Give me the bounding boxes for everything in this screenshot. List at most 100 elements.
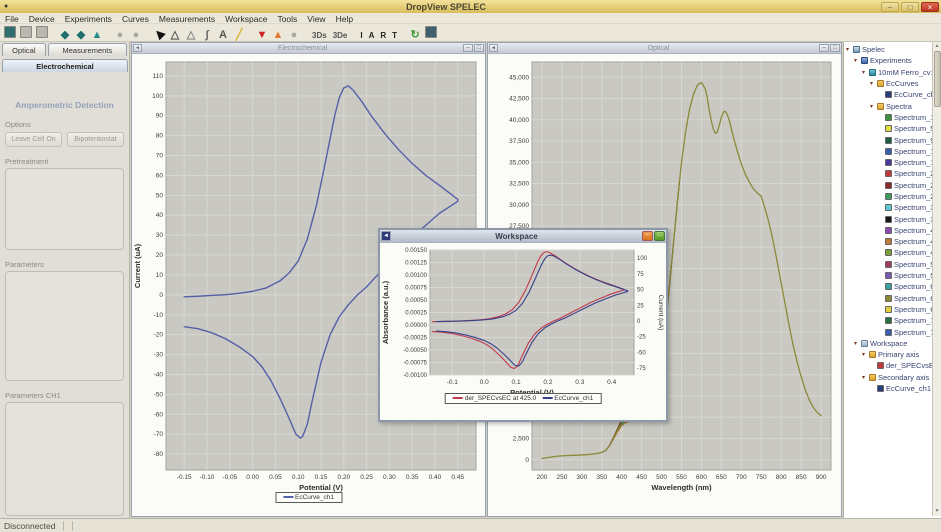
folder-icon — [869, 374, 876, 381]
stop-icon[interactable]: ● — [112, 27, 128, 42]
scroll-down-icon[interactable]: ▼ — [935, 507, 940, 516]
expander-icon[interactable]: ▾ — [846, 46, 853, 53]
tree-item-spectrum-21[interactable]: Spectrum_21 — [844, 168, 933, 179]
window-menu-icon[interactable]: ◄ — [489, 44, 498, 52]
tree-item-der-specvsec-at-4[interactable]: der_SPECvsEC at 4 — [844, 360, 933, 371]
tree-item-spectrum-33[interactable]: Spectrum_33 — [844, 202, 933, 213]
tree-item-spectrum-9[interactable]: Spectrum_9 — [844, 134, 933, 145]
svg-text:50: 50 — [156, 192, 164, 199]
tree-item-spectrum-25[interactable]: Spectrum_25 — [844, 180, 933, 191]
electrochemical-window-titlebar[interactable]: ◄ Electrochemical – □ — [132, 43, 485, 54]
svg-text:37,500: 37,500 — [509, 138, 529, 145]
tab-optical[interactable]: Optical — [2, 43, 46, 56]
tree-item-spectrum-37[interactable]: Spectrum_37 — [844, 213, 933, 224]
save-all-icon[interactable]: ◆ — [73, 27, 89, 42]
expander-icon[interactable]: ▾ — [862, 374, 869, 381]
connect-icon[interactable] — [4, 26, 16, 38]
tree-item-primary-axis[interactable]: ▾ Primary axis — [844, 349, 933, 360]
pencil-icon[interactable]: ╱ — [231, 27, 247, 42]
save-curve-icon[interactable]: ◆ — [57, 27, 73, 42]
view-3de-icon[interactable]: 3De — [330, 28, 351, 43]
tree-item-eccurve-ch1[interactable]: EcCurve_ch1 — [844, 383, 933, 394]
svg-text:-10: -10 — [154, 312, 164, 319]
leave-cell-on-button[interactable]: Leave Cell On — [5, 132, 62, 147]
tree-item-spectrum-73[interactable]: Spectrum_73 — [844, 315, 933, 326]
expander-icon[interactable]: ▾ — [870, 103, 877, 110]
optical-window-titlebar[interactable]: ◄ Optical – □ — [488, 43, 841, 54]
tree-item-spectrum-29[interactable]: Spectrum_29 — [844, 191, 933, 202]
tree-item-label: Primary axis — [878, 350, 919, 359]
tree-item-label: Spectrum_49 — [894, 248, 933, 257]
tree-item-spectrum-17[interactable]: Spectrum_17 — [844, 157, 933, 168]
autoscale-icon[interactable]: △ — [183, 27, 199, 42]
svg-text:350: 350 — [596, 474, 607, 481]
tree-item-eccurve-ch1[interactable]: EcCurve_ch1 — [844, 89, 933, 100]
tree-item-spectrum-53[interactable]: Spectrum_53 — [844, 259, 933, 270]
transmittance-icon[interactable]: T — [389, 28, 400, 43]
tree-item-spectrum-57[interactable]: Spectrum_57 — [844, 270, 933, 281]
annotate-icon[interactable]: A — [215, 27, 231, 42]
intensity-icon[interactable]: I — [357, 28, 365, 43]
bipotentiostat-button[interactable]: Bipotentiostat — [67, 132, 124, 147]
tab-electrochemical[interactable]: Electrochemical — [2, 59, 128, 72]
tree-item-spectrum-5[interactable]: Spectrum_5 — [844, 123, 933, 134]
svg-text:0.35: 0.35 — [406, 474, 419, 481]
scroll-up-icon[interactable]: ▲ — [935, 42, 940, 51]
folder-icon — [869, 351, 876, 358]
tree-item-spectrum-69[interactable]: Spectrum_69 — [844, 304, 933, 315]
tree-scrollbar[interactable]: ▲ ▼ — [932, 42, 941, 516]
run-measurement-icon[interactable]: ▲ — [89, 27, 105, 42]
tree-item-spectrum-13[interactable]: Spectrum_13 — [844, 146, 933, 157]
file-doc-icon[interactable] — [36, 26, 48, 38]
tree-item-10mm-ferro-cv1[interactable]: ▾10mM Ferro_cv1 — [844, 67, 933, 78]
tree-item-spectrum-77[interactable]: Spectrum_77 — [844, 326, 933, 337]
svg-text:750: 750 — [756, 474, 767, 481]
window-menu-icon[interactable]: ◄ — [133, 44, 142, 52]
maximize-button[interactable]: □ — [901, 2, 919, 12]
absorbance-icon[interactable]: A — [366, 28, 378, 43]
maximize-button[interactable]: □ — [654, 231, 665, 241]
expander-icon[interactable]: ▾ — [862, 69, 869, 76]
view-3ds-icon[interactable]: 3Ds — [309, 28, 330, 43]
tree-item-spectrum-1[interactable]: Spectrum_1 — [844, 112, 933, 123]
scroll-thumb[interactable] — [934, 51, 941, 107]
tree-item-spectrum-45[interactable]: Spectrum_45 — [844, 236, 933, 247]
expander-icon[interactable]: ▾ — [854, 340, 861, 347]
tree-item-secondary-axis[interactable]: ▾Secondary axis — [844, 372, 933, 383]
panel-icon[interactable] — [425, 26, 437, 38]
tree-item-spectrum-49[interactable]: Spectrum_49 — [844, 247, 933, 258]
tree-item-spectra[interactable]: ▾ Spectra — [844, 100, 933, 111]
expander-icon[interactable]: ▾ — [870, 80, 877, 87]
minimize-button[interactable]: – — [642, 231, 653, 241]
close-button[interactable]: × — [921, 2, 939, 12]
reflectance-icon[interactable]: R — [377, 28, 389, 43]
refresh-icon[interactable]: ↻ — [407, 27, 423, 42]
maximize-button[interactable]: □ — [474, 44, 484, 52]
spectra-down-icon[interactable]: ▼ — [254, 27, 270, 42]
tree-item-spelec[interactable]: ▾Spelec — [844, 44, 933, 55]
tree-item-eccurves[interactable]: ▾EcCurves — [844, 78, 933, 89]
svg-text:250: 250 — [556, 474, 567, 481]
minimize-button[interactable]: – — [819, 44, 829, 52]
device-doc-icon[interactable] — [20, 26, 32, 38]
tree-item-experiments[interactable]: ▾Experiments — [844, 55, 933, 66]
expander-icon[interactable]: ▾ — [854, 57, 861, 64]
tree-item-spectrum-65[interactable]: Spectrum_65 — [844, 293, 933, 304]
tree-item-label: Spectrum_29 — [894, 192, 933, 201]
tree-item-label: Spectra — [886, 102, 912, 111]
spectra-up-icon[interactable]: ▲ — [270, 27, 286, 42]
pause-icon[interactable]: ● — [128, 27, 144, 42]
tree-item-spectrum-41[interactable]: Spectrum_41 — [844, 225, 933, 236]
smooth-curve-icon[interactable]: ∫ — [199, 27, 215, 42]
minimize-button[interactable]: – — [463, 44, 473, 52]
maximize-button[interactable]: □ — [830, 44, 840, 52]
tree-item-workspace[interactable]: ▾Workspace — [844, 338, 933, 349]
expander-icon[interactable]: ▾ — [862, 351, 869, 358]
window-menu-icon[interactable]: ◄ — [381, 231, 391, 241]
tree-item-label: Spectrum_65 — [894, 294, 933, 303]
record-icon[interactable]: ● — [286, 27, 302, 42]
tree-item-spectrum-61[interactable]: Spectrum_61 — [844, 281, 933, 292]
workspace-window-titlebar[interactable]: ◄ Workspace – □ — [380, 230, 666, 243]
minimize-button[interactable]: – — [881, 2, 899, 12]
tab-measurements[interactable]: Measurements — [48, 43, 127, 56]
